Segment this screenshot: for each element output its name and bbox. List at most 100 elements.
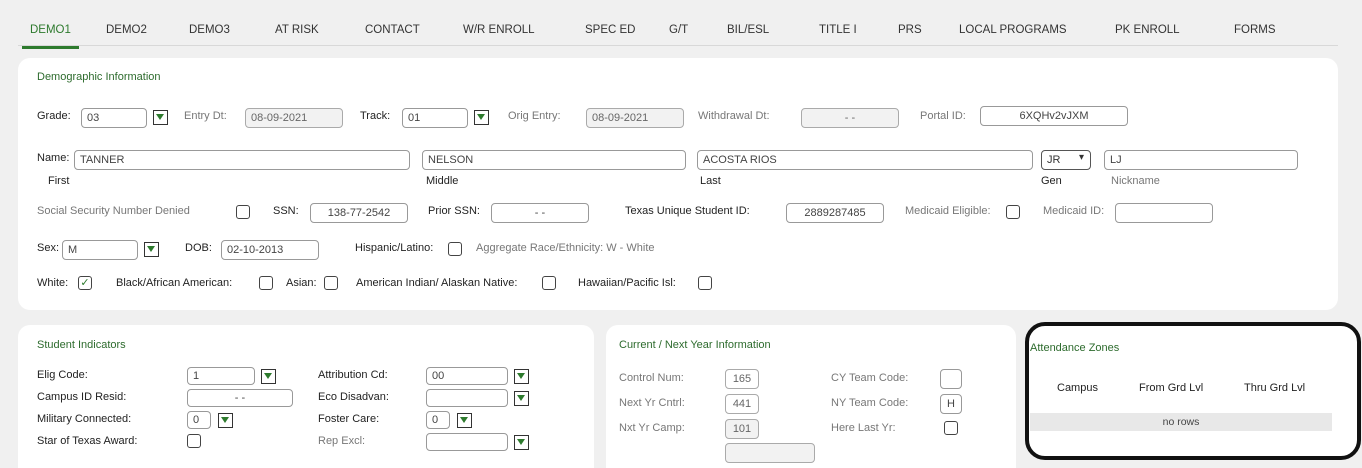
tab-demo3[interactable]: DEMO3 bbox=[189, 24, 230, 36]
nickname-field[interactable]: LJ bbox=[1104, 150, 1298, 170]
last-name-field[interactable]: ACOSTA RIOS bbox=[697, 150, 1033, 170]
ny-team-code-field[interactable]: H bbox=[940, 394, 962, 414]
orig-entry-label: Orig Entry: bbox=[508, 110, 561, 122]
tab-demo2[interactable]: DEMO2 bbox=[106, 24, 147, 36]
tab-gt[interactable]: G/T bbox=[669, 24, 688, 36]
eco-disadvan-dropdown-icon[interactable] bbox=[514, 391, 529, 406]
hispanic-label: Hispanic/Latino: bbox=[355, 242, 434, 254]
ssn-field[interactable]: 138-77-2542 bbox=[310, 203, 408, 223]
ssn-denied-label: Social Security Number Denied bbox=[37, 205, 190, 217]
student-indicators-panel: Student Indicators Elig Code: 1 Attribut… bbox=[18, 325, 594, 468]
tab-wr-enroll[interactable]: W/R ENROLL bbox=[463, 24, 535, 36]
gen-select[interactable]: JR ▾ bbox=[1041, 150, 1091, 170]
panel-title: Attendance Zones bbox=[1030, 342, 1120, 354]
tab-contact[interactable]: CONTACT bbox=[365, 24, 420, 36]
tab-at-risk[interactable]: AT RISK bbox=[275, 24, 319, 36]
portal-id-field[interactable]: 6XQHv2vJXM bbox=[980, 106, 1128, 126]
track-dropdown-icon[interactable] bbox=[474, 110, 489, 125]
next-yr-cntrl-field: 441 bbox=[725, 394, 759, 414]
sex-dropdown-icon[interactable] bbox=[144, 242, 159, 257]
tab-forms[interactable]: FORMS bbox=[1234, 24, 1276, 36]
panel-title: Current / Next Year Information bbox=[619, 339, 771, 351]
asian-label: Asian: bbox=[286, 277, 317, 289]
middle-name-field[interactable]: NELSON bbox=[422, 150, 686, 170]
tab-spec-ed[interactable]: SPEC ED bbox=[585, 24, 636, 36]
column-header-thru-grd-lvl[interactable]: Thru Grd Lvl bbox=[1244, 382, 1305, 394]
star-of-texas-checkbox[interactable] bbox=[187, 434, 201, 448]
here-last-yr-checkbox[interactable] bbox=[944, 421, 958, 435]
rep-excl-dropdown-icon[interactable] bbox=[514, 435, 529, 450]
partial-field bbox=[725, 443, 815, 463]
entry-dt-field: 08-09-2021 bbox=[245, 108, 343, 128]
attribution-cd-field[interactable]: 00 bbox=[426, 367, 508, 385]
rep-excl-label: Rep Excl: bbox=[318, 435, 366, 447]
grade-field[interactable]: 03 bbox=[81, 108, 147, 128]
foster-care-dropdown-icon[interactable] bbox=[457, 413, 472, 428]
last-caption: Last bbox=[700, 175, 721, 187]
attribution-cd-label: Attribution Cd: bbox=[318, 369, 388, 381]
chevron-down-icon: ▾ bbox=[1078, 152, 1084, 163]
hawaiian-label: Hawaiian/Pacific Isl: bbox=[578, 277, 676, 289]
tab-prs[interactable]: PRS bbox=[898, 24, 922, 36]
eco-disadvan-field[interactable] bbox=[426, 389, 508, 407]
entry-dt-label: Entry Dt: bbox=[184, 110, 227, 122]
campus-resid-field[interactable]: - - bbox=[187, 389, 293, 407]
name-label: Name: bbox=[37, 152, 70, 164]
sex-field[interactable]: M bbox=[62, 240, 138, 260]
attendance-zones-panel: Attendance Zones Campus From Grd Lvl Thr… bbox=[1025, 322, 1361, 460]
tab-pk-enroll[interactable]: PK ENROLL bbox=[1115, 24, 1180, 36]
attribution-cd-dropdown-icon[interactable] bbox=[514, 369, 529, 384]
nxt-yr-camp-field: 101 bbox=[725, 419, 759, 439]
military-field[interactable]: 0 bbox=[187, 411, 211, 429]
rep-excl-field[interactable] bbox=[426, 433, 508, 451]
star-of-texas-label: Star of Texas Award: bbox=[37, 435, 138, 447]
tsid-label: Texas Unique Student ID: bbox=[625, 205, 750, 217]
withdrawal-field: - - bbox=[801, 108, 899, 128]
foster-care-field[interactable]: 0 bbox=[426, 411, 450, 429]
column-header-from-grd-lvl[interactable]: From Grd Lvl bbox=[1139, 382, 1203, 394]
medicaid-id-label: Medicaid ID: bbox=[1043, 205, 1105, 217]
white-label: White: bbox=[37, 277, 69, 289]
withdrawal-label: Withdrawal Dt: bbox=[698, 110, 770, 122]
white-checkbox[interactable]: ✓ bbox=[78, 276, 92, 290]
cy-team-code-field[interactable] bbox=[940, 369, 962, 389]
sex-label: Sex: bbox=[37, 242, 60, 254]
dob-field[interactable]: 02-10-2013 bbox=[221, 240, 319, 260]
hawaiian-checkbox[interactable] bbox=[698, 276, 712, 290]
elig-code-label: Elig Code: bbox=[37, 369, 88, 381]
military-dropdown-icon[interactable] bbox=[218, 413, 233, 428]
black-checkbox[interactable] bbox=[259, 276, 273, 290]
tab-demo1[interactable]: DEMO1 bbox=[22, 24, 79, 49]
american-indian-checkbox[interactable] bbox=[542, 276, 556, 290]
prior-ssn-field[interactable]: - - bbox=[491, 203, 589, 223]
tab-title-i[interactable]: TITLE I bbox=[819, 24, 857, 36]
grade-label: Grade: bbox=[37, 110, 71, 122]
medicaid-eligible-label: Medicaid Eligible: bbox=[905, 205, 991, 217]
panel-title: Student Indicators bbox=[37, 339, 126, 351]
elig-code-field[interactable]: 1 bbox=[187, 367, 255, 385]
ny-team-code-label: NY Team Code: bbox=[831, 397, 909, 409]
tsid-field[interactable]: 2889287485 bbox=[786, 203, 884, 223]
next-yr-cntrl-label: Next Yr Cntrl: bbox=[619, 397, 685, 409]
medicaid-eligible-checkbox[interactable] bbox=[1006, 205, 1020, 219]
track-field[interactable]: 01 bbox=[402, 108, 468, 128]
first-name-field[interactable]: TANNER bbox=[74, 150, 410, 170]
tab-bil-esl[interactable]: BIL/ESL bbox=[727, 24, 769, 36]
foster-care-label: Foster Care: bbox=[318, 413, 380, 425]
first-caption: First bbox=[48, 175, 70, 187]
aggregate-race-text: Aggregate Race/Ethnicity: W - White bbox=[476, 242, 655, 254]
middle-caption: Middle bbox=[426, 175, 459, 187]
hispanic-checkbox[interactable] bbox=[448, 242, 462, 256]
ssn-denied-checkbox[interactable] bbox=[236, 205, 250, 219]
asian-checkbox[interactable] bbox=[324, 276, 338, 290]
elig-code-dropdown-icon[interactable] bbox=[261, 369, 276, 384]
track-label: Track: bbox=[360, 110, 391, 122]
column-header-campus[interactable]: Campus bbox=[1057, 382, 1098, 394]
cy-team-code-label: CY Team Code: bbox=[831, 372, 909, 384]
tab-local-programs[interactable]: LOCAL PROGRAMS bbox=[959, 24, 1067, 36]
grade-dropdown-icon[interactable] bbox=[153, 110, 168, 125]
demographic-panel: Demographic Information Grade: 03 Entry … bbox=[18, 58, 1338, 310]
ssn-label: SSN: bbox=[273, 205, 299, 217]
medicaid-id-field[interactable] bbox=[1115, 203, 1213, 223]
nickname-caption: Nickname bbox=[1111, 175, 1160, 187]
